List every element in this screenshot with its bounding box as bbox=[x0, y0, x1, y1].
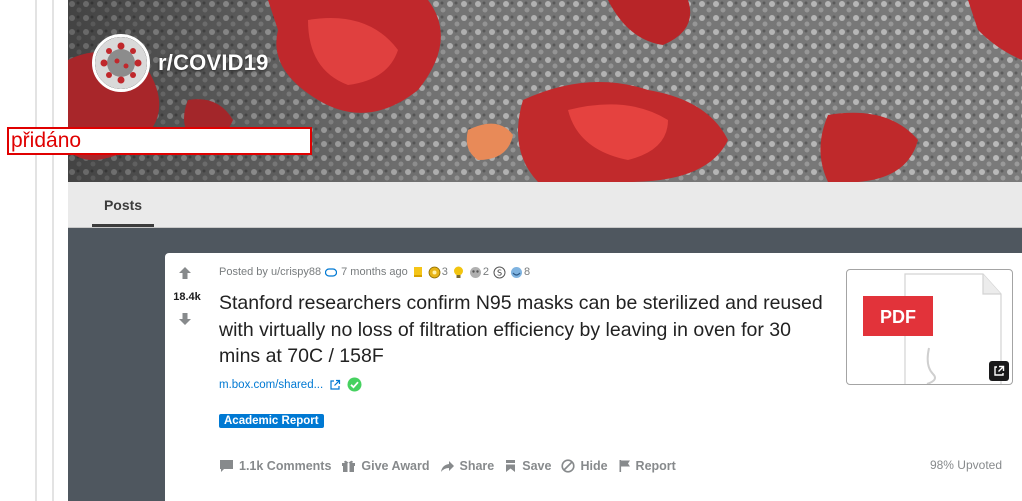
post-time[interactable]: 7 months ago bbox=[341, 266, 408, 278]
subreddit-avatar[interactable] bbox=[92, 34, 150, 92]
save-button[interactable]: Save bbox=[504, 459, 551, 473]
cake-day-icon bbox=[325, 267, 338, 277]
award-helpful[interactable] bbox=[452, 266, 465, 279]
post-link-row: m.box.com/shared... bbox=[219, 377, 362, 392]
helpful-award-icon bbox=[453, 266, 463, 278]
gift-icon bbox=[342, 460, 356, 472]
post-flair[interactable]: Academic Report bbox=[219, 414, 324, 428]
upvote-ratio: 98% Upvoted bbox=[929, 458, 1002, 472]
post-link[interactable]: m.box.com/shared... bbox=[219, 379, 323, 391]
virus-icon bbox=[95, 37, 147, 89]
page-guide-line-right bbox=[52, 0, 54, 501]
silver-award-icon bbox=[413, 267, 422, 277]
award-money[interactable]: S bbox=[493, 266, 506, 279]
post-meta: Posted by u/crispy88 7 months ago 3 2 S … bbox=[219, 264, 530, 280]
hide-label: Hide bbox=[580, 459, 608, 473]
comments-label: 1.1k Comments bbox=[239, 459, 332, 473]
downvote-arrow-icon[interactable] bbox=[178, 312, 192, 326]
hide-icon bbox=[561, 459, 576, 473]
hide-button[interactable]: Hide bbox=[561, 459, 608, 473]
post-title[interactable]: Stanford researchers confirm N95 masks c… bbox=[219, 290, 829, 370]
award-facepalm-count: 8 bbox=[524, 266, 531, 278]
share-icon bbox=[440, 460, 454, 472]
verified-check-icon bbox=[347, 377, 362, 392]
tab-posts[interactable]: Posts bbox=[92, 182, 154, 227]
flag-icon bbox=[619, 460, 630, 472]
subreddit-tab-bar: Posts bbox=[68, 182, 1022, 228]
added-overlay-label: přidáno bbox=[7, 127, 312, 155]
comments-button[interactable]: 1.1k Comments bbox=[219, 459, 331, 473]
subreddit-name[interactable]: r/COVID19 bbox=[158, 50, 269, 76]
external-link-icon[interactable] bbox=[329, 379, 341, 391]
upvote-arrow-icon[interactable] bbox=[178, 266, 192, 280]
facepalm-award-icon bbox=[511, 266, 523, 278]
award-gold[interactable]: 3 bbox=[428, 266, 448, 279]
report-button[interactable]: Report bbox=[618, 459, 676, 473]
wholesome-award-icon bbox=[469, 266, 481, 278]
post-list: 18.4k Posted by u/crispy88 7 months ago … bbox=[68, 228, 1022, 501]
page-guide-line-left bbox=[35, 0, 37, 501]
vote-column: 18.4k bbox=[165, 253, 205, 373]
post-action-bar: 1.1k Comments Give Award Share Save Hide bbox=[219, 456, 676, 476]
vote-count: 18.4k bbox=[173, 291, 201, 303]
award-facepalm[interactable]: 8 bbox=[510, 266, 530, 279]
award-wholesome-count: 2 bbox=[482, 266, 490, 278]
money-award-icon: S bbox=[493, 266, 506, 278]
award-silver[interactable] bbox=[412, 266, 424, 278]
share-label: Share bbox=[459, 459, 495, 473]
give-award-button[interactable]: Give Award bbox=[341, 459, 430, 473]
save-label: Save bbox=[522, 459, 552, 473]
give-award-label: Give Award bbox=[361, 459, 430, 473]
comment-icon bbox=[220, 460, 233, 472]
post-author[interactable]: Posted by u/crispy88 bbox=[219, 266, 321, 278]
award-gold-count: 3 bbox=[441, 266, 448, 278]
award-wholesome[interactable]: 2 bbox=[469, 266, 489, 279]
share-button[interactable]: Share bbox=[440, 459, 495, 473]
svg-text:S: S bbox=[497, 268, 502, 277]
pdf-label: PDF bbox=[880, 307, 916, 327]
gold-award-icon bbox=[428, 266, 441, 278]
post-thumbnail[interactable]: PDF bbox=[846, 269, 1013, 385]
report-label: Report bbox=[635, 459, 676, 473]
subreddit-page: r/COVID19 Posts 18.4k Posted by u/crispy… bbox=[68, 0, 1022, 501]
bookmark-icon bbox=[506, 460, 516, 472]
open-external-icon[interactable] bbox=[989, 361, 1009, 381]
post-card[interactable]: 18.4k Posted by u/crispy88 7 months ago … bbox=[165, 253, 1022, 501]
